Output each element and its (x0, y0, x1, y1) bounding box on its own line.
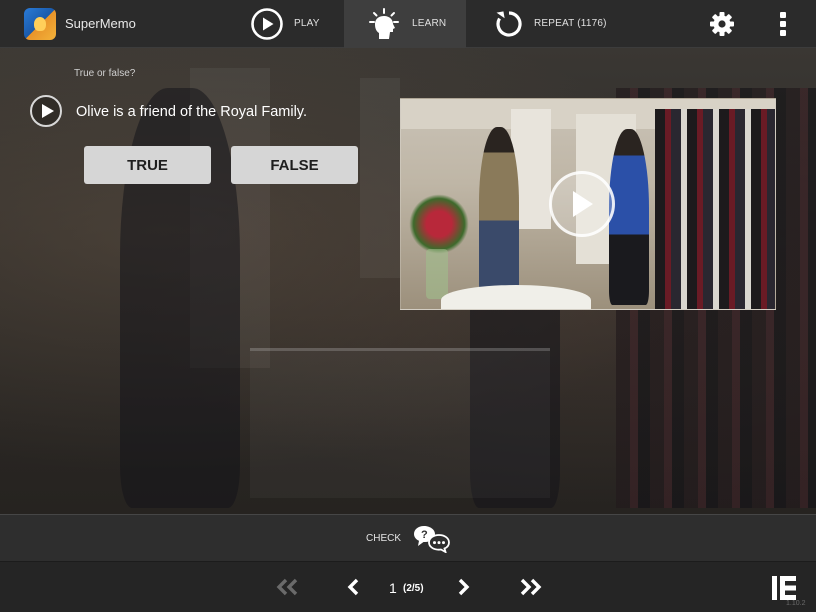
video-scene-person (479, 127, 519, 297)
video-scene-vase (426, 249, 448, 299)
repeat-count: (1176) (577, 18, 607, 29)
check-bar (0, 514, 816, 562)
audio-play-button[interactable] (30, 95, 62, 127)
tab-repeat-label: REPEAT (1176) (534, 18, 607, 29)
svg-text:?: ? (421, 529, 428, 541)
background-table (250, 348, 550, 498)
first-page-button[interactable] (276, 578, 300, 596)
video-scene-person (609, 129, 649, 305)
exercise-prompt: True or false? (74, 68, 136, 79)
chevron-right-icon (458, 578, 470, 596)
last-page-button[interactable] (518, 578, 542, 596)
previous-page-button[interactable] (347, 578, 361, 596)
app-logo (24, 7, 56, 40)
check-label[interactable]: CHECK (366, 533, 401, 544)
tab-play-label: PLAY (294, 18, 320, 29)
top-bar: SuperMemo PLAY LEARN REPEAT (1176) (0, 0, 816, 48)
gear-icon[interactable] (709, 11, 735, 37)
sidebar-toggle-icon[interactable] (770, 574, 798, 602)
refresh-icon (496, 10, 522, 37)
version-label: 1.10.2 (786, 600, 806, 607)
tab-repeat[interactable]: REPEAT (1176) (466, 0, 666, 48)
tab-learn[interactable]: LEARN (344, 0, 466, 48)
page-number: 1 (389, 580, 397, 596)
background-shelf (360, 78, 400, 278)
play-circle-icon (251, 7, 283, 40)
question-text: Olive is a friend of the Royal Family. (76, 104, 308, 120)
chat-bubbles-icon[interactable]: ? (413, 525, 451, 553)
chevron-left-icon (347, 578, 359, 596)
audio-play-icon (41, 104, 54, 118)
false-button[interactable]: FALSE (231, 146, 358, 184)
next-page-button[interactable] (456, 578, 470, 596)
brand: SuperMemo (0, 0, 250, 48)
video-scene-flowers (409, 194, 469, 254)
double-chevron-right-icon (520, 578, 542, 596)
page-position: (2/5) (403, 583, 424, 594)
double-chevron-left-icon (276, 578, 298, 596)
tab-play[interactable]: PLAY (250, 0, 344, 48)
video-scene-table (441, 285, 591, 309)
video-play-button[interactable] (549, 171, 615, 237)
video-scene-clothes (655, 109, 775, 309)
tab-learn-label: LEARN (412, 18, 447, 29)
kebab-menu-icon[interactable] (777, 12, 789, 36)
lightbulb-head-icon (369, 7, 399, 39)
app-name: SuperMemo (65, 16, 136, 31)
video-play-icon (573, 191, 593, 217)
true-button[interactable]: TRUE (84, 146, 211, 184)
